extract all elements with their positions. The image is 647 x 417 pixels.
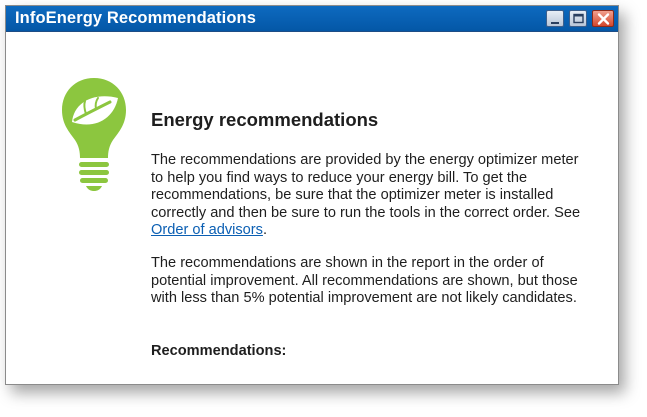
minimize-icon: [551, 22, 559, 24]
page-heading: Energy recommendations: [151, 109, 379, 130]
app-window: InfoEnergy Recommendations Energy recomm…: [5, 5, 619, 385]
close-icon: [597, 13, 610, 25]
intro-text: The recommendations are provided by the …: [151, 152, 581, 221]
minimize-button[interactable]: [546, 10, 564, 27]
intro-paragraph: The recommendations are provided by the …: [151, 152, 591, 240]
close-button[interactable]: [592, 10, 614, 27]
intro-end: .: [262, 222, 267, 238]
order-of-advisors-link[interactable]: Order of advisors: [151, 222, 263, 238]
window-title: InfoEnergy Recommendations: [15, 9, 256, 27]
order-paragraph: The recommendations are shown in the rep…: [151, 255, 578, 306]
maximize-button[interactable]: [569, 10, 587, 27]
lightbulb-leaf-icon: [60, 74, 128, 199]
recommendations-subheading: Recommendations:: [151, 343, 287, 359]
maximize-icon: [573, 13, 584, 24]
title-bar[interactable]: InfoEnergy Recommendations: [6, 6, 618, 32]
